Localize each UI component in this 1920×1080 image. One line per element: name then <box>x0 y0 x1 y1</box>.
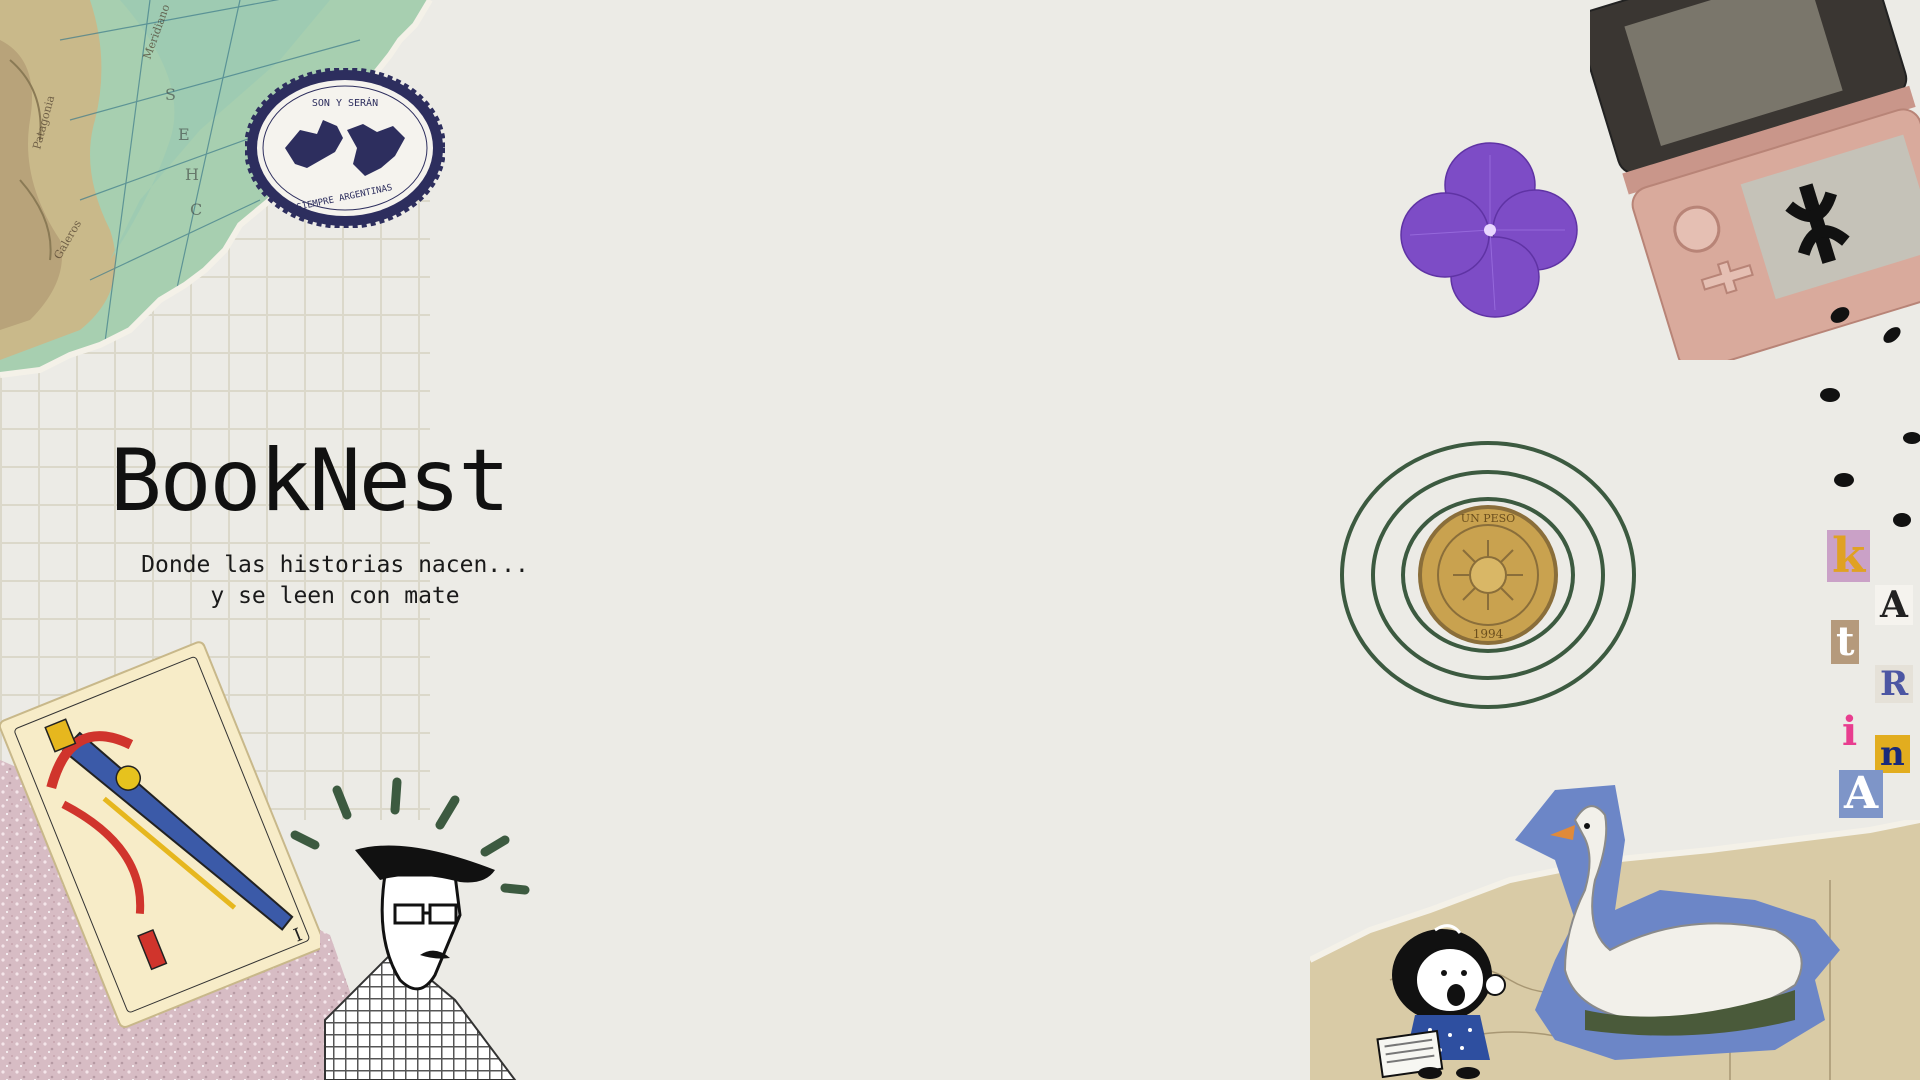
svg-text:S: S <box>165 85 176 104</box>
coin-year: 1994 <box>1473 627 1504 641</box>
coin-top-text: UN PESO <box>1461 512 1515 525</box>
falklands-stamp-icon: SON Y SERÁN SIEMPRE ARGENTINAS <box>245 68 445 228</box>
svg-text:C: C <box>190 200 202 219</box>
letter-5: i <box>1837 710 1863 754</box>
letter-6: n <box>1875 735 1910 773</box>
letter-2: A <box>1875 585 1913 625</box>
stamp-top-text: SON Y SERÁN <box>312 96 378 109</box>
swan-icon <box>1515 785 1840 1060</box>
letter-1: k <box>1827 530 1871 582</box>
spade-card-icon: I <box>0 641 320 1029</box>
letter-4: R <box>1875 665 1914 703</box>
tagline-line-1: Donde las historias nacen... <box>141 552 529 578</box>
page-title: BookNest <box>110 431 510 531</box>
dots-decoration <box>1820 307 1920 527</box>
svg-text:E: E <box>178 125 190 144</box>
svg-text:H: H <box>185 165 199 184</box>
girl-cartoon-icon <box>1376 924 1506 1079</box>
letter-3: t <box>1831 620 1860 664</box>
flower-icon <box>1400 142 1578 318</box>
peso-coin-icon: UN PESO 1994 <box>1340 441 1636 709</box>
doodle-man-icon <box>290 777 530 1080</box>
tagline: Donde las historias nacen... y se leen c… <box>120 550 550 612</box>
tagline-line-2: y se leen con mate <box>210 583 460 609</box>
